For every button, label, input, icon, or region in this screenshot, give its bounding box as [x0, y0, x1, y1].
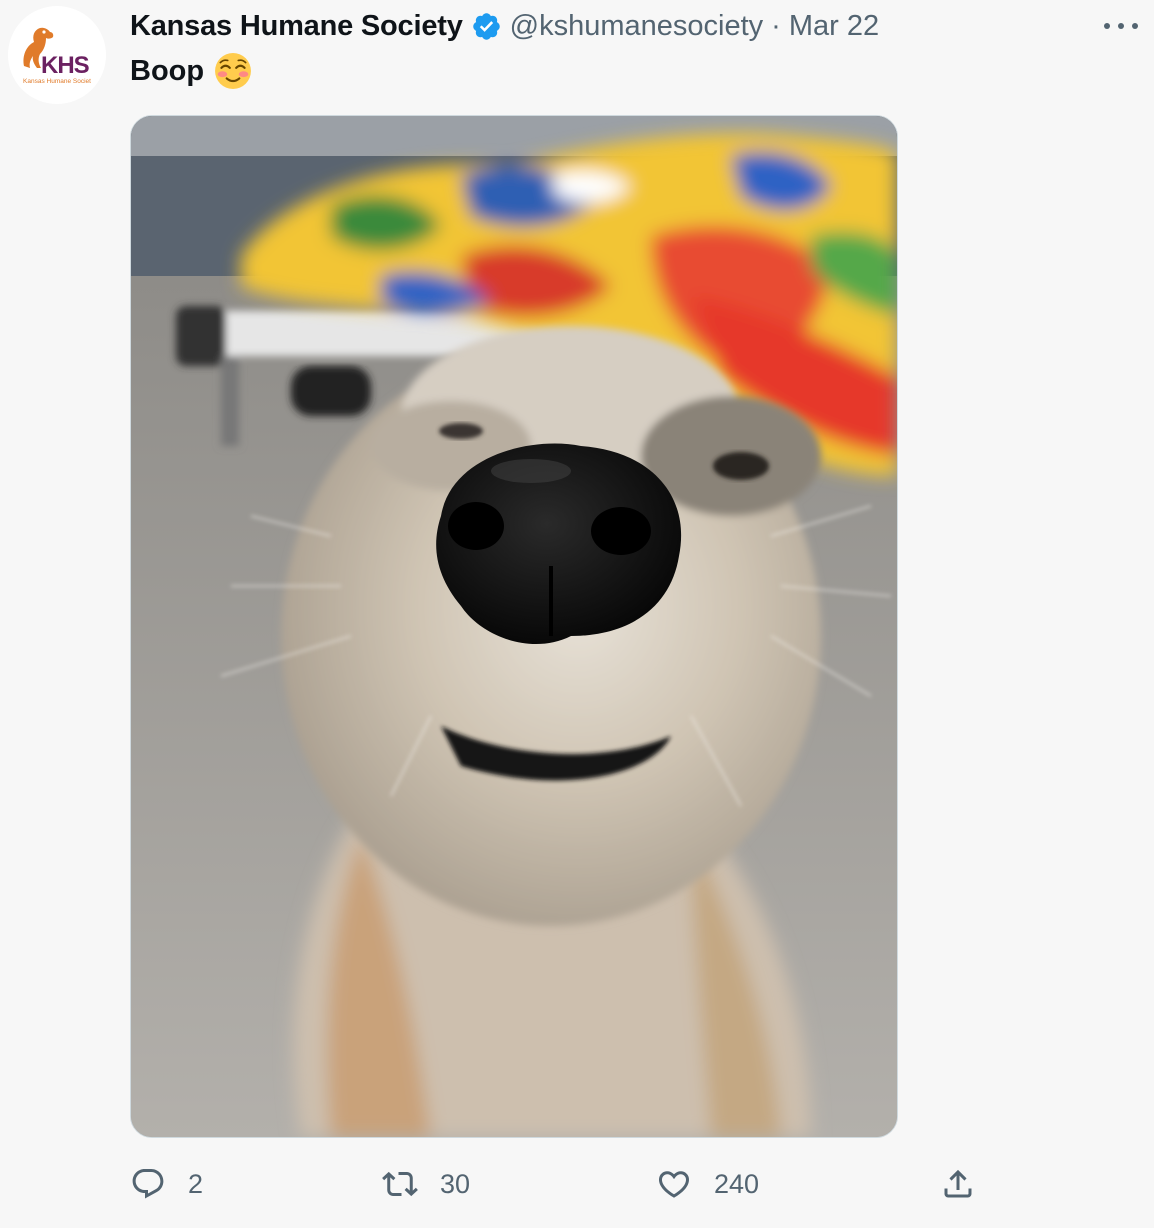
share-button[interactable]: [940, 1160, 976, 1208]
more-dot: [1104, 23, 1110, 29]
separator-dot: ·: [771, 9, 781, 42]
more-options-icon[interactable]: [1104, 14, 1138, 38]
retweet-icon: [382, 1171, 418, 1197]
like-count: 240: [714, 1168, 760, 1199]
more-dot: [1118, 23, 1124, 29]
author-handle[interactable]: @kshumanesociety: [510, 10, 764, 43]
khs-logo: KHS Kansas Humane Societ: [8, 6, 106, 104]
like-icon: [658, 1171, 690, 1198]
tweet-photo[interactable]: [130, 115, 898, 1138]
share-icon: [944, 1169, 972, 1198]
blushing-face-emoji-icon: [214, 52, 252, 90]
reply-count: 2: [188, 1168, 204, 1199]
reply-button[interactable]: 2: [130, 1160, 203, 1208]
svg-text:Kansas Humane Societ: Kansas Humane Societ: [23, 78, 91, 85]
verified-badge-icon: [471, 11, 502, 42]
like-button[interactable]: 240: [656, 1160, 759, 1208]
tweet-text-body: Boop: [130, 54, 205, 87]
more-dot: [1132, 23, 1138, 29]
tweet-text: Boop: [130, 52, 252, 90]
dog-photo: [131, 116, 897, 1137]
reply-icon: [132, 1169, 164, 1199]
tweet-header: Kansas Humane Society @kshumanesociety ·…: [130, 8, 879, 44]
avatar[interactable]: KHS Kansas Humane Societ: [8, 6, 106, 104]
retweet-count: 30: [440, 1168, 471, 1199]
tweet-date[interactable]: Mar 22: [789, 10, 879, 43]
retweet-button[interactable]: 30: [382, 1160, 470, 1208]
author-name[interactable]: Kansas Humane Society: [130, 10, 463, 43]
tweet: KHS Kansas Humane Societ Kansas Humane S…: [0, 0, 1154, 1228]
svg-text:KHS: KHS: [41, 52, 90, 79]
